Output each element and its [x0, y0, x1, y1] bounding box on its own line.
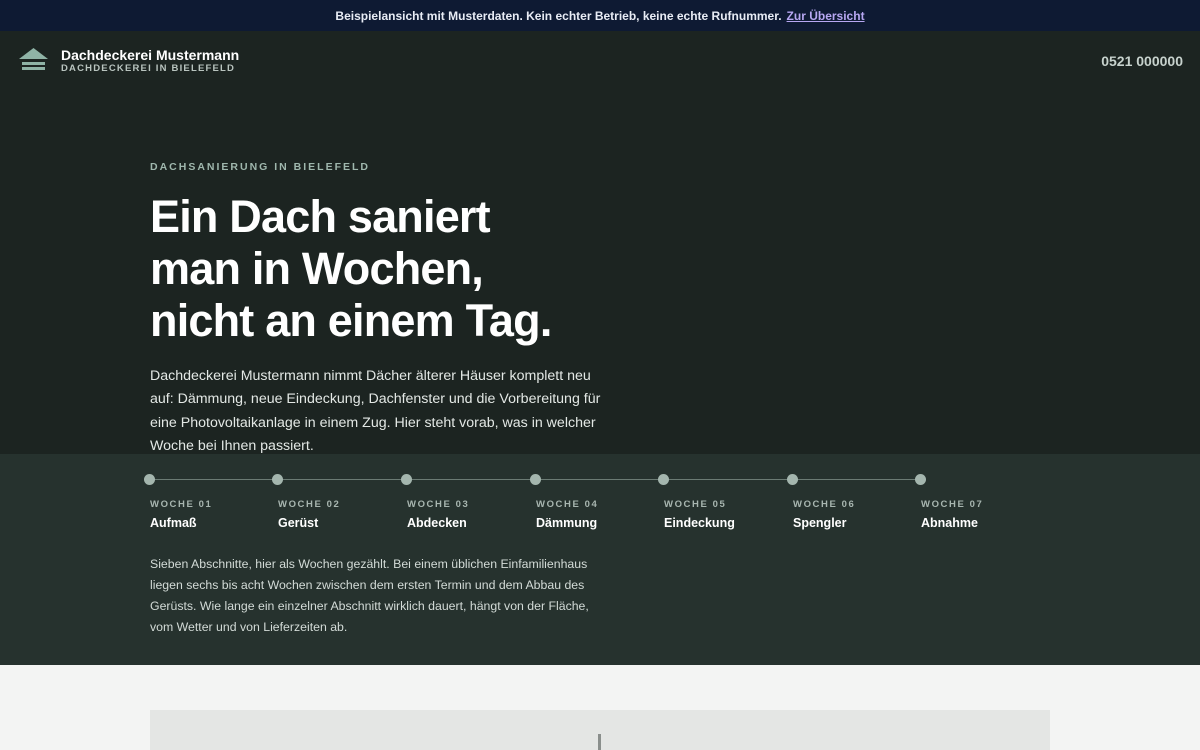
timeline-dot: [401, 474, 412, 485]
demo-notice-bar: Beispielansicht mit Musterdaten. Kein ec…: [0, 0, 1200, 31]
step-label: Aufmaß: [150, 516, 197, 530]
hero-lead: Dachdeckerei Mustermann nimmt Dächer ält…: [150, 368, 601, 454]
brand-logo-link[interactable]: Dachdeckerei Mustermann DACHDECKEREI IN …: [18, 47, 239, 75]
step-label: Gerüst: [278, 516, 319, 530]
step-week: WOCHE 04: [536, 499, 599, 510]
step-week: WOCHE 06: [793, 499, 856, 510]
headline-line: Ein Dach saniert: [150, 191, 491, 242]
timeline-dot: [144, 474, 155, 485]
panel-divider: [598, 734, 601, 750]
timeline-note: Sieben Abschnitte, hier als Wochen gezäh…: [150, 557, 589, 634]
content-section: [0, 665, 1200, 750]
step-label: Dämmung: [536, 516, 598, 530]
headline-line: nicht an einem Tag.: [150, 295, 552, 346]
step-week: WOCHE 07: [921, 499, 984, 510]
overview-link[interactable]: Zur Übersicht: [787, 9, 865, 23]
image-placeholder-panel: [150, 710, 1050, 750]
step-week: WOCHE 02: [278, 499, 341, 510]
step-week: WOCHE 05: [664, 499, 727, 510]
hero-headline: Ein Dach saniert man in Wochen, nicht an…: [150, 191, 620, 347]
timeline-dot: [658, 474, 669, 485]
step-label: Abnahme: [921, 516, 978, 530]
brand-text: Dachdeckerei Mustermann DACHDECKEREI IN …: [61, 47, 239, 75]
timeline-section: WOCHE 01 Aufmaß WOCHE 02 Gerüst WOCHE 03…: [0, 454, 1200, 665]
timeline-dot: [787, 474, 798, 485]
timeline-dot: [272, 474, 283, 485]
hero-content: DACHSANIERUNG IN BIELEFELD Ein Dach sani…: [150, 161, 620, 458]
step-week: WOCHE 03: [407, 499, 470, 510]
step-label: Abdecken: [407, 516, 467, 530]
brand-subtitle: DACHDECKEREI IN BIELEFELD: [61, 62, 236, 74]
hero-section: Dachdeckerei Mustermann DACHDECKEREI IN …: [0, 31, 1200, 454]
step-label: Spengler: [793, 516, 847, 530]
phone-number-link[interactable]: 0521 000000: [1101, 53, 1183, 69]
headline-line: man in Wochen,: [150, 243, 484, 294]
step-label: Eindeckung: [664, 516, 735, 530]
site-header: Dachdeckerei Mustermann DACHDECKEREI IN …: [0, 31, 1200, 90]
roof-icon: [18, 47, 49, 74]
timeline-dot: [530, 474, 541, 485]
hero-eyebrow: DACHSANIERUNG IN BIELEFELD: [150, 161, 371, 173]
timeline-dot: [915, 474, 926, 485]
brand-name: Dachdeckerei Mustermann: [61, 46, 240, 63]
step-week: WOCHE 01: [150, 499, 213, 510]
demo-notice-text: Beispielansicht mit Musterdaten. Kein ec…: [335, 8, 782, 23]
